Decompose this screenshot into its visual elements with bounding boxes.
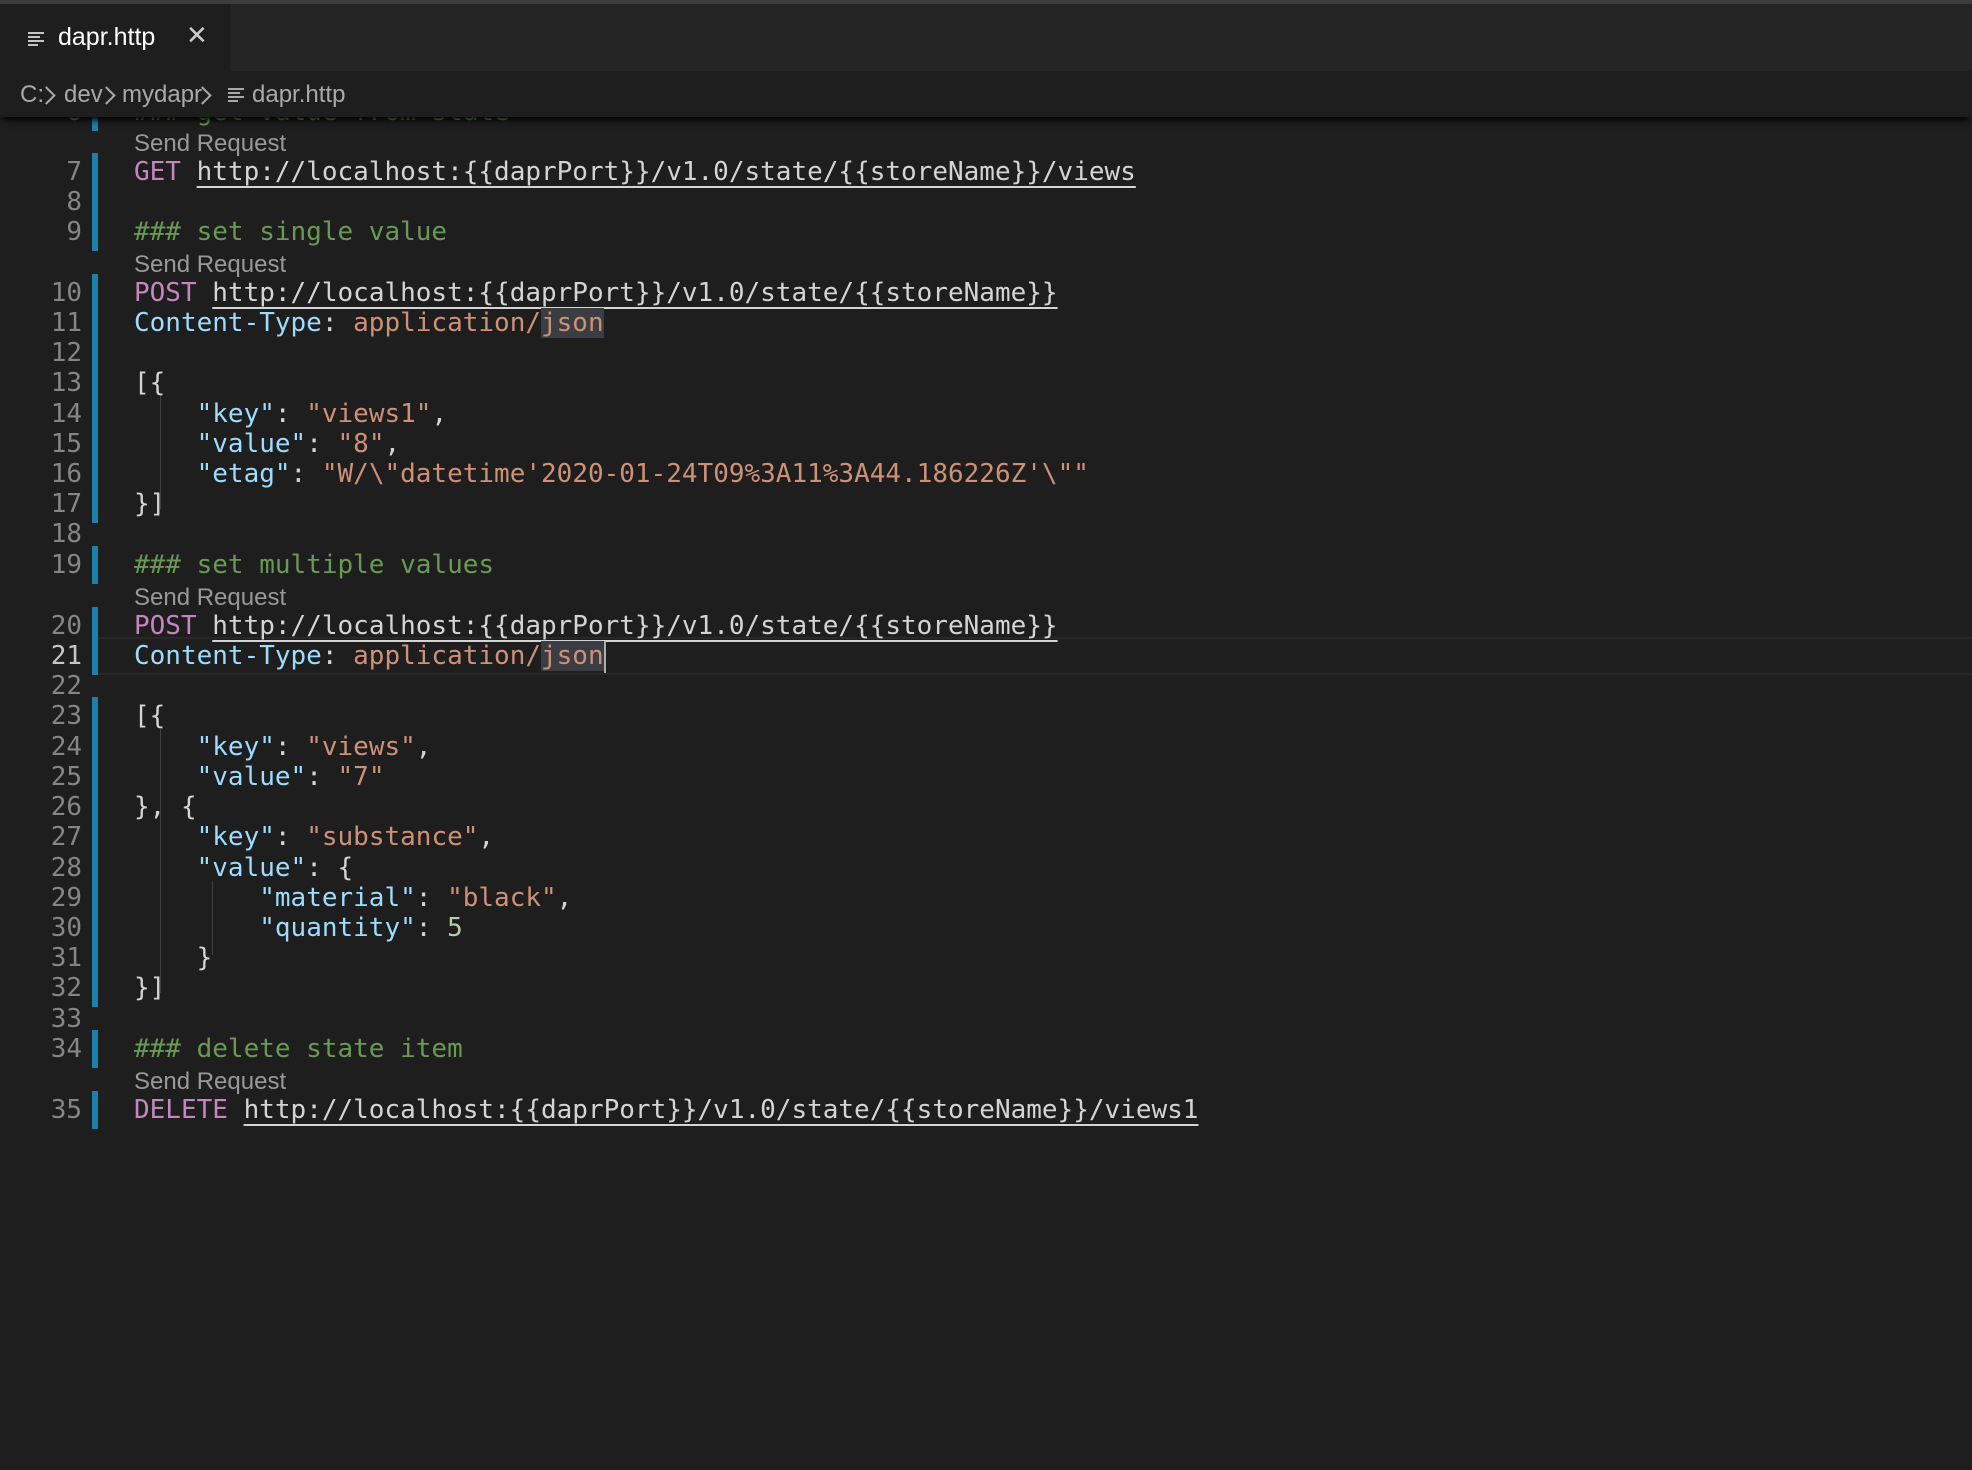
breadcrumb: C: dev mydapr dapr.http bbox=[0, 71, 1972, 117]
line-number: 19 bbox=[50, 550, 82, 580]
code-line: 34 ### delete state item bbox=[0, 1030, 1972, 1068]
line-content: DELETE http://localhost:{{daprPort}}/v1.… bbox=[134, 1091, 1198, 1129]
comment: ### set single value bbox=[134, 217, 448, 247]
line-number: 35 bbox=[50, 1095, 82, 1125]
modified-line-indicator bbox=[92, 213, 98, 251]
json-string: "substance" bbox=[306, 822, 479, 852]
json-key: "key" bbox=[196, 822, 275, 852]
line-content: ### set multiple values bbox=[134, 546, 494, 584]
comment: ### set multiple values bbox=[134, 550, 495, 580]
file-lines-icon bbox=[28, 32, 44, 46]
breadcrumb-file[interactable]: dapr.http bbox=[252, 81, 345, 109]
modified-line-indicator bbox=[92, 1091, 98, 1129]
tab-bar: dapr.http ✕ bbox=[0, 4, 1972, 71]
line-number: 34 bbox=[50, 1034, 82, 1064]
line-content: ### delete state item bbox=[134, 1030, 463, 1068]
request-url[interactable]: http://localhost:{{daprPort}}/v1.0/state… bbox=[244, 1095, 1199, 1125]
modified-line-indicator bbox=[92, 546, 98, 584]
breadcrumb-folder-mydapr[interactable]: mydapr bbox=[122, 81, 202, 109]
line-number: 9 bbox=[66, 217, 82, 247]
code-line: 19 ### set multiple values bbox=[0, 546, 1972, 584]
comment: ### delete state item bbox=[134, 1034, 463, 1064]
tab-label: dapr.http bbox=[58, 23, 156, 51]
code-editor[interactable]: 6 ### get value from state Send Request … bbox=[0, 93, 1972, 1470]
close-icon[interactable]: ✕ bbox=[186, 21, 208, 51]
http-method: DELETE bbox=[134, 1095, 228, 1125]
modified-line-indicator bbox=[92, 1030, 98, 1068]
code-line: 35 DELETE http://localhost:{{daprPort}}/… bbox=[0, 1091, 1972, 1129]
file-lines-icon bbox=[228, 88, 244, 102]
line-content: ### set single value bbox=[134, 213, 447, 251]
code-line: 9 ### set single value bbox=[0, 213, 1972, 251]
tab-dapr-http[interactable]: dapr.http ✕ bbox=[0, 4, 230, 71]
